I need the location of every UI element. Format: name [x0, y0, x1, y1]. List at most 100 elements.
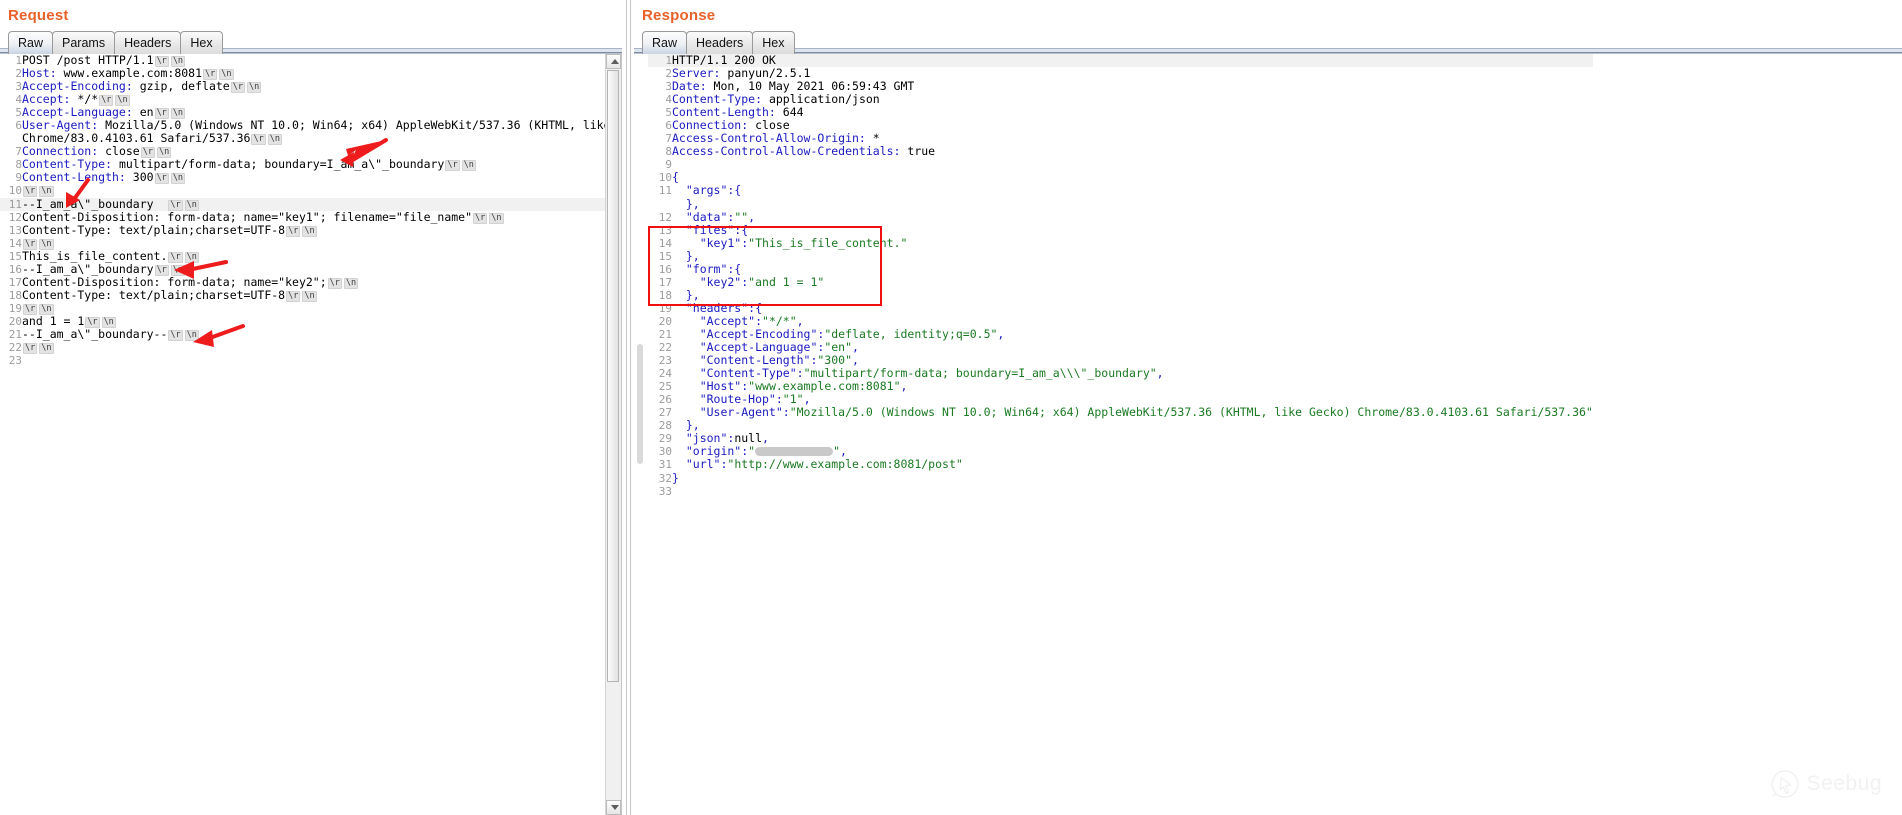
line-number: 10 [648, 171, 672, 184]
response-tab-hex[interactable]: Hex [752, 31, 794, 54]
code-line-content[interactable]: User-Agent: Mozilla/5.0 (Windows NT 10.0… [22, 119, 621, 145]
line-number: 28 [648, 419, 672, 432]
json-key: "data": [672, 210, 734, 224]
json-key: , [748, 210, 755, 224]
code-line-content[interactable]: }, [672, 198, 1593, 211]
body-text: and 1 = 1 [22, 314, 84, 328]
scrollbar-thumb[interactable] [637, 344, 643, 464]
panel-divider[interactable] [626, 0, 631, 815]
json-literal: null [734, 431, 762, 445]
code-line-content[interactable] [22, 354, 621, 367]
code-line-content[interactable]: "headers":{ [672, 302, 1593, 315]
line-number: 22 [0, 341, 22, 354]
code-line-content[interactable]: Content-Type: text/plain;charset=UTF-8\r… [22, 224, 621, 237]
request-tab-hex[interactable]: Hex [180, 31, 222, 54]
caret-up-icon [611, 59, 619, 64]
json-string-value: "*/*" [762, 314, 797, 328]
code-line-content[interactable]: }, [672, 289, 1593, 302]
json-key: }, [672, 249, 700, 263]
header-name: Date: [672, 79, 707, 93]
response-tab-headers[interactable]: Headers [686, 31, 753, 54]
crlf-lf-chip: \n [247, 82, 261, 93]
json-key: "args":{ [672, 183, 741, 197]
code-line-content[interactable]: "args":{ [672, 184, 1593, 197]
request-tab-params[interactable]: Params [52, 31, 115, 54]
json-key: , [1157, 366, 1164, 380]
header-value: gzip, deflate [133, 79, 230, 93]
line-number: 8 [648, 145, 672, 158]
code-line-content[interactable]: Content-Length: 300\r\n [22, 171, 621, 184]
code-line: }, [648, 198, 1593, 211]
request-tab-raw[interactable]: Raw [8, 31, 53, 54]
code-line-content[interactable]: "data":"", [672, 211, 1593, 224]
header-name: Accept: [22, 92, 70, 106]
request-vertical-scrollbar[interactable] [605, 54, 621, 815]
code-line-content[interactable]: } [672, 472, 1593, 485]
response-tab-raw[interactable]: Raw [642, 31, 687, 54]
line-number: 2 [0, 67, 22, 80]
code-line: 22\r\n [0, 341, 621, 354]
json-key: "files":{ [672, 223, 748, 237]
header-name: Server: [672, 66, 720, 80]
json-string-value: "" [734, 210, 748, 224]
code-line-content[interactable]: "key1":"This_is_file_content." [672, 237, 1593, 250]
json-string-value: " [833, 444, 840, 458]
code-line-content[interactable]: Content-Length: 644 [672, 106, 1593, 119]
header-value: www.example.com:8081 [57, 66, 202, 80]
code-line: 32} [648, 472, 1593, 485]
code-line-content[interactable]: }, [672, 419, 1593, 432]
response-vertical-scrollbar[interactable] [636, 54, 645, 815]
body-text: Content-Disposition: form-data; name="ke… [22, 275, 327, 289]
json-key: "Content-Length": [672, 353, 817, 367]
json-key: "Host": [672, 379, 748, 393]
request-tab-headers[interactable]: Headers [114, 31, 181, 54]
json-key: "Accept": [672, 314, 762, 328]
header-name: Connection: [672, 118, 748, 132]
redacted-origin-value [755, 447, 833, 456]
crlf-cr-chip: \r [286, 291, 300, 302]
json-string-value: "http://www.example.com:8081/post" [727, 457, 962, 471]
scrollbar-thumb[interactable] [607, 70, 619, 682]
code-line-content[interactable]: "url":"http://www.example.com:8081/post" [672, 458, 1593, 471]
code-line: 10{ [648, 171, 1593, 184]
crlf-cr-chip: \r [473, 213, 487, 224]
line-number: 14 [648, 237, 672, 250]
code-line-content[interactable]: \r\n [22, 302, 621, 315]
code-line-content[interactable]: { [672, 171, 1593, 184]
header-name: User-Agent: [22, 118, 98, 132]
code-line-content[interactable]: --I_am_a\"_boundary--\r\n [22, 328, 621, 341]
code-line-content[interactable]: "key2":"and 1 = 1" [672, 276, 1593, 289]
code-line-content[interactable]: Content-Type: text/plain;charset=UTF-8\r… [22, 289, 621, 302]
json-key: "User-Agent": [672, 405, 790, 419]
scroll-up-button[interactable] [606, 54, 621, 69]
tab-label: Hex [190, 36, 212, 50]
header-value: * [866, 131, 880, 145]
line-number: 4 [648, 93, 672, 106]
scroll-down-button[interactable] [606, 800, 621, 815]
header-name: Content-Length: [672, 105, 776, 119]
line-number: 20 [648, 315, 672, 328]
code-line-content[interactable]: Content-Type: application/json [672, 93, 1593, 106]
body-text: This_is_file_content. [22, 249, 167, 263]
request-panel: Request RawParamsHeadersHex 1POST /post … [0, 0, 622, 815]
code-line-content[interactable]: Access-Control-Allow-Credentials: true [672, 145, 1593, 158]
tab-label: Headers [696, 36, 743, 50]
code-line: 29 "json":null, [648, 432, 1593, 445]
tab-label: Hex [762, 36, 784, 50]
json-key: , [797, 314, 804, 328]
body-text: --I_am_a\"_boundary [22, 262, 154, 276]
code-line-content[interactable]: \r\n [22, 341, 621, 354]
crlf-lf-chip: \n [489, 213, 503, 224]
body-text: Content-Type: text/plain;charset=UTF-8 [22, 223, 285, 237]
code-line-content[interactable] [672, 485, 1593, 498]
crlf-lf-chip: \n [268, 134, 282, 145]
line-number: 12 [0, 211, 22, 224]
code-line-content[interactable]: "json":null, [672, 432, 1593, 445]
json-string-value: "and 1 = 1" [748, 275, 824, 289]
code-line-content[interactable] [672, 158, 1593, 171]
request-tabstrip: RawParamsHeaders Hex [0, 31, 622, 53]
response-code-table: 1HTTP/1.1 200 OK2Server: panyun/2.5.13Da… [648, 54, 1593, 498]
code-line-content[interactable]: Accept-Encoding: gzip, deflate\r\n [22, 80, 621, 93]
code-line-content[interactable]: "User-Agent":"Mozilla/5.0 (Windows NT 10… [672, 406, 1593, 419]
code-line-content[interactable]: }, [672, 250, 1593, 263]
